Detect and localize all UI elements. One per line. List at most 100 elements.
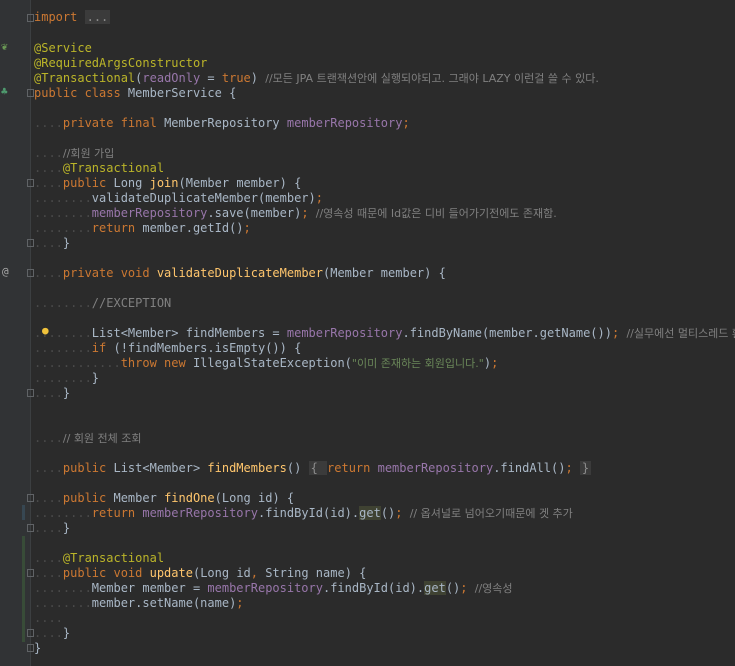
comment: // 옵셔널로 넘어오기때문에 겟 추가 <box>409 507 573 520</box>
statement: () <box>380 506 396 520</box>
semicolon: ; <box>460 581 475 595</box>
statement: .findById(id). <box>257 506 360 520</box>
paren: ) <box>483 356 492 370</box>
keyword: return <box>91 506 143 520</box>
fold-marker[interactable] <box>27 629 34 637</box>
fold-marker[interactable] <box>27 269 34 277</box>
statement: .findById(id). <box>322 581 425 595</box>
code-line-3: @RequiredArgsConstructor <box>34 56 207 71</box>
statement: .findByName(member.getName()) <box>402 326 612 340</box>
statement: List<Member> findMembers = <box>91 326 287 340</box>
keyword: private void <box>62 266 157 280</box>
keyword: public <box>62 176 114 190</box>
semicolon: ; <box>315 191 323 205</box>
string-literal: "이미 존재하는 회원입니다." <box>351 357 484 370</box>
gutter-separator <box>30 0 31 666</box>
code-line-28: Member member = memberRepository.findByI… <box>34 581 513 596</box>
method-name: update <box>149 566 193 580</box>
comment: //실무에선 멀티스레드 환 <box>626 327 735 340</box>
get-call-highlight: get <box>424 581 446 595</box>
semicolon: ; <box>565 461 580 475</box>
folded-brace[interactable]: } <box>579 461 592 475</box>
fold-marker[interactable] <box>27 14 34 22</box>
code-line-16: List<Member> findMembers = memberReposit… <box>34 326 735 341</box>
semicolon: ; <box>402 116 410 130</box>
assign: = <box>200 71 222 85</box>
annotation-param: readOnly <box>142 71 201 85</box>
code-line-20: } <box>34 386 70 401</box>
code-line-23: public Member findOne(Long id) { <box>34 491 294 506</box>
semicolon: ; <box>491 356 499 370</box>
field: memberRepository <box>286 116 403 130</box>
comment: //회원 가입 <box>62 147 115 160</box>
type: Member <box>113 491 165 505</box>
code-line-26: @Transactional <box>34 551 164 566</box>
spring-class-icon[interactable]: ♣ <box>1 86 8 98</box>
override-icon[interactable]: @ <box>2 266 9 278</box>
type: Long <box>113 176 150 190</box>
code-line-1: import ... <box>34 10 111 25</box>
fold-marker[interactable] <box>27 494 34 502</box>
statement: validateDuplicateMember(member) <box>91 191 316 205</box>
brace: } <box>91 371 100 385</box>
paren: ) <box>250 71 266 85</box>
statement: member.getId() <box>142 221 244 235</box>
code-line-30: } <box>34 626 70 641</box>
brace: } <box>62 236 71 250</box>
comment: //영속성 때문에 Id값은 디비 들어가기전에도 존재함. <box>315 207 557 220</box>
keyword: public class <box>34 86 128 100</box>
annotation: @RequiredArgsConstructor <box>34 56 208 70</box>
keyword: import <box>34 10 78 24</box>
fold-marker[interactable] <box>27 524 34 532</box>
code-line-14: private void validateDuplicateMember(Mem… <box>34 266 446 281</box>
statement: .findAll() <box>493 461 566 475</box>
fold-marker[interactable] <box>27 569 34 577</box>
code-line-31: } <box>34 641 41 656</box>
field: memberRepository <box>207 581 323 595</box>
condition: (!findMembers.isEmpty()) { <box>113 341 302 355</box>
folded-brace[interactable]: { <box>308 461 328 475</box>
code-line-22: public List<Member> findMembers() { retu… <box>34 461 592 476</box>
code-line-4: @Transactional(readOnly = true) //모든 JPA… <box>34 71 599 86</box>
semicolon: ; <box>395 506 410 520</box>
code-line-19: } <box>34 371 99 386</box>
code-line-21: // 회원 전체 조회 <box>34 431 142 446</box>
keyword: public <box>62 491 114 505</box>
params: (Long id <box>192 566 251 580</box>
vcs-modified-marker[interactable] <box>22 505 25 520</box>
brace: } <box>34 641 42 655</box>
code-line-7: //회원 가입 <box>34 146 114 161</box>
type: List<Member> <box>113 461 208 475</box>
keyword: throw new <box>120 356 193 370</box>
code-line-13: } <box>34 236 70 251</box>
code-line-10: validateDuplicateMember(member); <box>34 191 323 206</box>
keyword: public void <box>62 566 150 580</box>
code-line-9: public Long join(Member member) { <box>34 176 301 191</box>
code-line-6: private final MemberRepository memberRep… <box>34 116 410 131</box>
method-name: findMembers <box>207 461 287 475</box>
fold-marker[interactable] <box>27 179 34 187</box>
brace: } <box>62 626 71 640</box>
params: (Member member) { <box>323 266 446 280</box>
annotation: @Transactional <box>62 551 165 565</box>
vcs-added-marker[interactable] <box>22 536 25 642</box>
fold-marker[interactable] <box>27 389 34 397</box>
code-line-5: public class MemberService { <box>34 86 236 101</box>
comment: //EXCEPTION <box>91 296 172 310</box>
field: memberRepository <box>91 206 208 220</box>
brace: } <box>62 521 71 535</box>
code-line-24: return memberRepository.findById(id).get… <box>34 506 573 521</box>
fold-marker[interactable] <box>27 239 34 247</box>
statement: () <box>445 581 461 595</box>
keyword: if <box>91 341 114 355</box>
code-line-27: public void update(Long id, String name)… <box>34 566 366 581</box>
semicolon: ; <box>611 326 627 340</box>
fold-marker[interactable] <box>27 89 34 97</box>
spring-bean-icon[interactable]: ❦ <box>1 41 8 53</box>
field: memberRepository <box>142 506 258 520</box>
brace: } <box>62 386 71 400</box>
field: memberRepository <box>286 326 403 340</box>
fold-marker[interactable] <box>27 644 34 652</box>
code-line-25: } <box>34 521 70 536</box>
folded-imports[interactable]: ... <box>84 10 111 24</box>
